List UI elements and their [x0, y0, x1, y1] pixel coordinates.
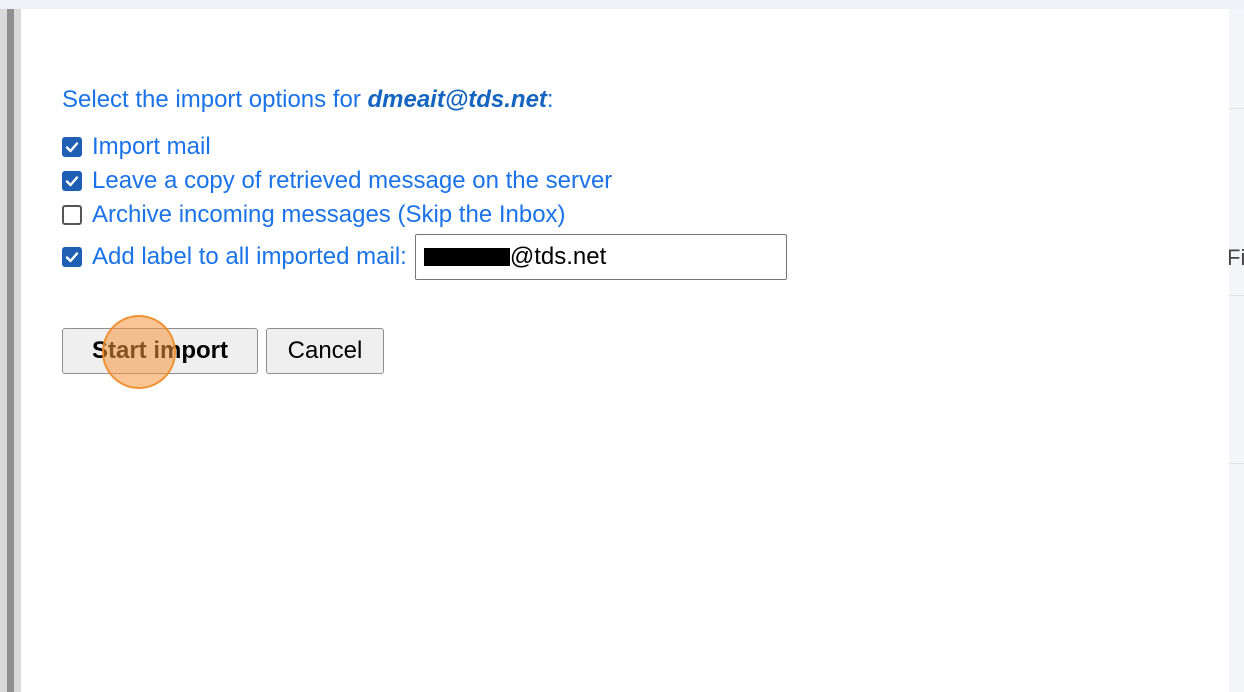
- option-label: Leave a copy of retrieved message on the…: [92, 167, 613, 194]
- add-label-checkbox[interactable]: [62, 247, 82, 267]
- heading-suffix: :: [546, 86, 554, 113]
- option-label: Archive incoming messages (Skip the Inbo…: [92, 201, 566, 228]
- start-import-button[interactable]: Start import: [62, 328, 258, 374]
- option-label: Add label to all imported mail:: [92, 243, 407, 270]
- heading-prefix: Select the import options for: [62, 86, 368, 113]
- option-archive-incoming[interactable]: Archive incoming messages (Skip the Inbo…: [62, 200, 566, 230]
- divider: [1229, 295, 1244, 296]
- background-clipped-text: Fi: [1227, 245, 1244, 270]
- label-name-input[interactable]: @tds.net: [414, 234, 787, 280]
- divider: [1229, 108, 1244, 109]
- label-input-value: @tds.net: [509, 243, 607, 270]
- account-email: dmeait@tds.net: [367, 86, 547, 113]
- checkmark-icon: [65, 252, 79, 263]
- top-strip: [0, 0, 1244, 9]
- cancel-button[interactable]: Cancel: [266, 328, 384, 374]
- redacted-text: [423, 248, 510, 266]
- divider: [1229, 463, 1244, 464]
- option-add-label[interactable]: Add label to all imported mail: @tds.net: [62, 234, 787, 280]
- checkmark-icon: [65, 142, 79, 153]
- option-leave-copy[interactable]: Leave a copy of retrieved message on the…: [62, 166, 612, 196]
- import-mail-checkbox[interactable]: [62, 137, 82, 157]
- option-label: Import mail: [92, 133, 211, 160]
- archive-incoming-checkbox[interactable]: [62, 205, 82, 225]
- import-options-dialog: Select the import options for dmeait@tds…: [21, 9, 1229, 692]
- left-window-edge: [0, 9, 21, 692]
- background-page: [1229, 9, 1244, 692]
- option-import-mail[interactable]: Import mail: [62, 132, 211, 162]
- leave-copy-checkbox[interactable]: [62, 171, 82, 191]
- import-options-heading: Select the import options for dmeait@tds…: [62, 85, 554, 115]
- checkmark-icon: [65, 176, 79, 187]
